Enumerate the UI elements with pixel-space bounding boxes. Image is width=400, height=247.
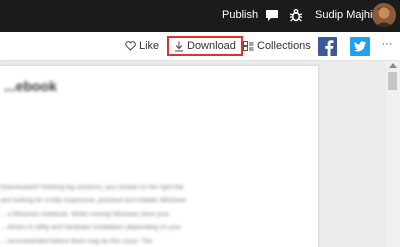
heart-icon [125, 41, 136, 51]
article-title: ...ebook [4, 78, 57, 94]
like-button[interactable]: Like [125, 32, 159, 60]
publish-link[interactable]: Publish [222, 9, 258, 21]
chat-icon[interactable] [265, 9, 279, 23]
collections-icon [243, 41, 254, 51]
twitter-share-button[interactable] [350, 37, 370, 56]
download-label: Download [187, 40, 236, 52]
toolbar: Like Download Collections [0, 32, 400, 61]
bug-icon[interactable] [289, 8, 303, 23]
article-line: ... a Windows notebook. While running Wi… [0, 211, 170, 218]
download-icon [175, 41, 183, 51]
collections-label: Collections [257, 40, 311, 52]
username[interactable]: Sudip Majhi [315, 9, 372, 21]
collections-button[interactable]: Collections [243, 32, 311, 60]
twitter-icon [354, 41, 366, 52]
article-line: ... recommended before there may be this… [0, 238, 153, 245]
scroll-up-arrow-icon[interactable] [389, 63, 397, 68]
more-options-button[interactable]: ··· [380, 38, 394, 52]
avatar[interactable] [372, 3, 396, 27]
facebook-icon [325, 40, 334, 56]
scrollbar-thumb[interactable] [388, 72, 397, 90]
article-line: and looking for a fully responsive, prac… [0, 197, 187, 204]
facebook-share-button[interactable] [318, 37, 337, 56]
top-bar: Publish Sudip Majhi [0, 0, 400, 32]
like-label: Like [139, 40, 160, 52]
article-line: Downloaded? Nothing big solutions, you c… [0, 184, 184, 191]
download-button[interactable]: Download [167, 36, 243, 56]
article-line: ... drivers & utility and hardware insta… [0, 224, 182, 231]
